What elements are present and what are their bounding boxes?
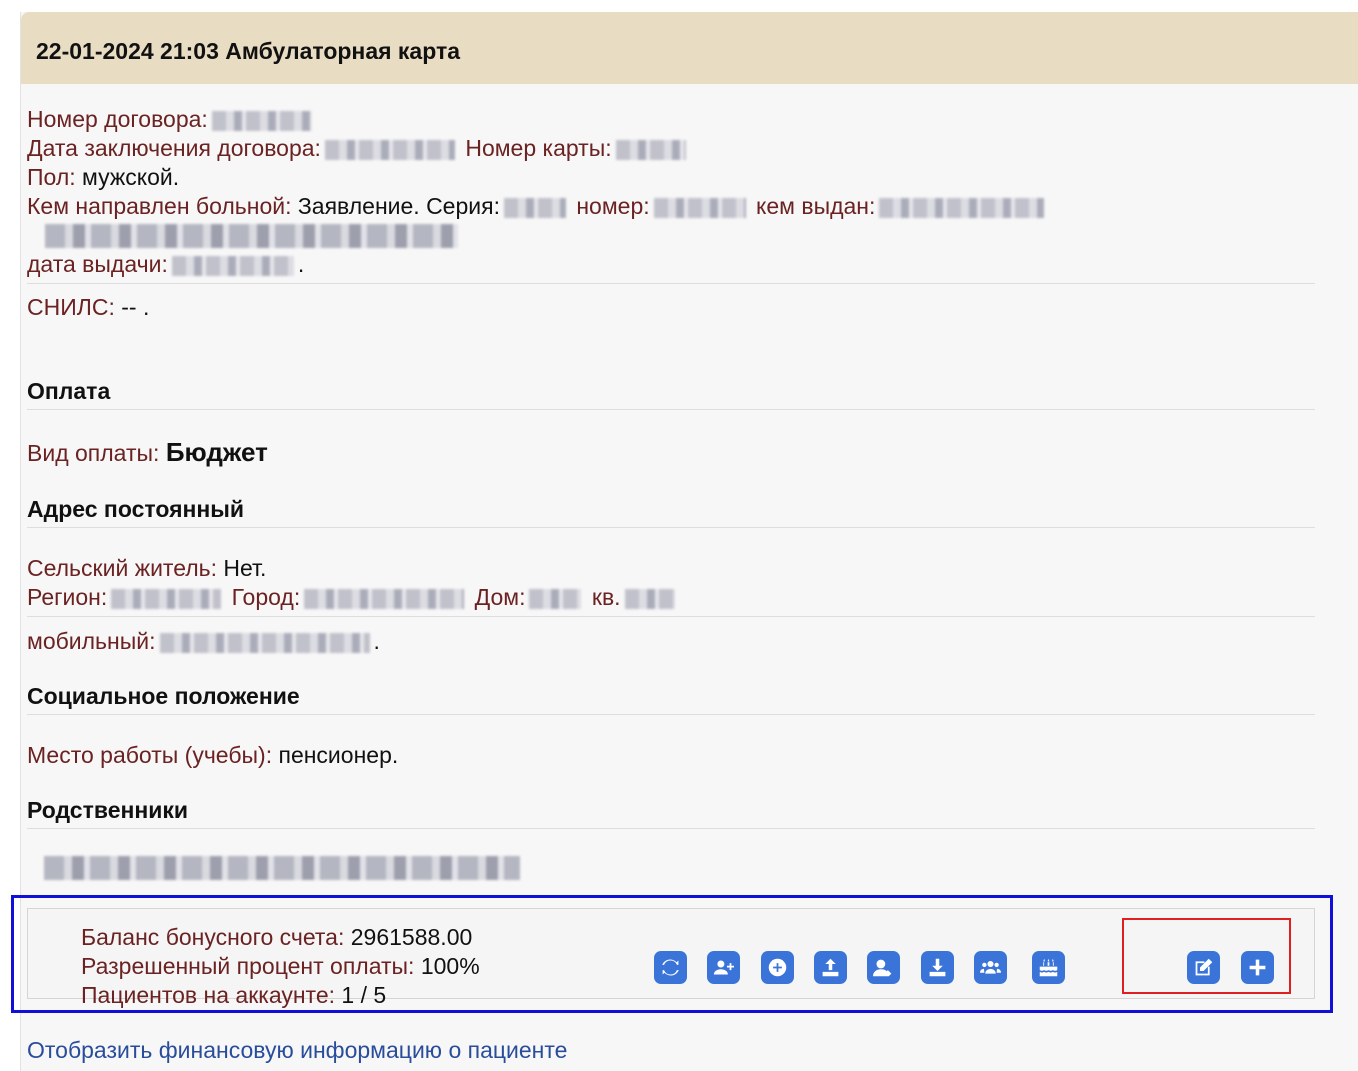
bonus-balance-value: 2961588.00: [350, 924, 473, 950]
divider: [27, 616, 1315, 617]
work-label: Место работы (учебы):: [27, 742, 273, 768]
redacted-value: [529, 588, 582, 609]
plus-icon: [1249, 959, 1266, 976]
contract-number-label: Номер договора:: [27, 106, 208, 132]
referred-value: Заявление. Серия:: [297, 193, 500, 219]
issue-date-tail: .: [297, 251, 305, 277]
divider: [27, 828, 1315, 829]
rural-row: Сельский житель: Нет.: [27, 554, 266, 582]
bonus-balance-row: Баланс бонусного счета: 2961588.00: [81, 923, 472, 951]
add-user-icon: [713, 960, 734, 975]
region-label: Регион:: [27, 584, 108, 610]
bonus-percent-label: Разрешенный процент оплаты:: [81, 953, 415, 979]
upload-button[interactable]: [814, 951, 847, 984]
referred-label: Кем направлен больной:: [27, 193, 292, 219]
snils-label: СНИЛС:: [27, 294, 115, 320]
gender-value: мужской.: [82, 164, 180, 190]
redacted-value: [879, 197, 1045, 218]
edit-button[interactable]: [1187, 951, 1220, 984]
divider: [27, 714, 1315, 715]
redacted-value: [171, 255, 294, 276]
payment-type-value: Бюджет: [165, 437, 268, 467]
redacted-value: [624, 588, 675, 609]
edit-icon: [1195, 958, 1213, 976]
gender-label: Пол:: [27, 164, 76, 190]
bonus-patients-row: Пациентов на аккаунте: 1 / 5: [81, 981, 386, 1009]
redacted-value: [503, 197, 566, 218]
address-section-title: Адрес постоянный: [27, 496, 245, 522]
add-button[interactable]: [1241, 951, 1274, 984]
contract-date-label: Дата заключения договора:: [27, 135, 321, 161]
relatives-section-title: Родственники: [27, 797, 189, 823]
redacted-value: [324, 139, 455, 160]
redacted-value: [159, 632, 370, 653]
issue-date-row: дата выдачи:.: [27, 250, 304, 278]
users-icon: [980, 960, 1001, 974]
redacted-relatives: [44, 856, 520, 880]
redacted-issuer: [45, 224, 458, 248]
snils-value: -- .: [121, 294, 150, 320]
redacted-value: [111, 588, 222, 609]
card-header: 22-01-2024 21:03 Амбулаторная карта: [21, 12, 1358, 84]
add-user-button[interactable]: [707, 951, 740, 984]
contract-number-row: Номер договора:: [27, 105, 316, 133]
city-label: Город:: [231, 584, 301, 610]
snils-row: СНИЛС: -- .: [27, 293, 149, 321]
payment-type-row: Вид оплаты: Бюджет: [27, 438, 268, 467]
card-number-label: Номер карты:: [465, 135, 612, 161]
redacted-value: [615, 139, 686, 160]
divider: [27, 409, 1315, 410]
apartment-label: кв.: [591, 584, 621, 610]
finance-info-link[interactable]: Отобразить финансовую информацию о пацие…: [27, 1037, 567, 1064]
upload-icon: [822, 958, 839, 977]
plus-circle-button[interactable]: [761, 951, 794, 984]
refresh-button[interactable]: [654, 951, 687, 984]
divider: [27, 283, 1315, 284]
birthday-button[interactable]: [1032, 951, 1065, 984]
bonus-patients-label: Пациентов на аккаунте:: [81, 982, 336, 1008]
work-value: пенсионер.: [278, 742, 399, 768]
bonus-balance-label: Баланс бонусного счета:: [81, 924, 345, 950]
mobile-label: мобильный:: [27, 628, 156, 654]
contract-date-row: Дата заключения договора: Номер карты:: [27, 134, 690, 162]
refresh-icon: [662, 959, 679, 976]
social-section-title: Социальное положение: [27, 683, 300, 709]
divider: [27, 527, 1315, 528]
house-label: Дом:: [474, 584, 526, 610]
download-icon: [929, 958, 946, 977]
gender-row: Пол: мужской.: [27, 163, 179, 191]
number-label: номер:: [576, 193, 650, 219]
mobile-row: мобильный:.: [27, 627, 380, 655]
bonus-percent-row: Разрешенный процент оплаты: 100%: [81, 952, 480, 980]
issued-by-label: кем выдан:: [756, 193, 876, 219]
mobile-tail: .: [373, 628, 380, 654]
birthday-cake-icon: [1039, 958, 1058, 977]
plus-circle-icon: [768, 958, 787, 977]
payment-type-label: Вид оплаты:: [27, 440, 160, 466]
bonus-patients-value: 1 / 5: [341, 982, 387, 1008]
redacted-value: [653, 197, 746, 218]
bonus-percent-value: 100%: [420, 953, 480, 979]
redacted-value: [211, 110, 312, 131]
users-button[interactable]: [974, 951, 1007, 984]
rural-label: Сельский житель:: [27, 555, 218, 581]
referred-row: Кем направлен больной: Заявление. Серия:…: [27, 192, 1048, 220]
region-row: Регион: Город: Дом: кв.: [27, 583, 679, 611]
redacted-value: [304, 588, 465, 609]
issue-date-label: дата выдачи:: [27, 251, 168, 277]
work-row: Место работы (учебы): пенсионер.: [27, 741, 398, 769]
user-edit-icon: [873, 959, 892, 977]
payment-section-title: Оплата: [27, 378, 111, 404]
rural-value: Нет.: [223, 555, 267, 581]
edit-user-button[interactable]: [867, 951, 900, 984]
download-button[interactable]: [921, 951, 954, 984]
